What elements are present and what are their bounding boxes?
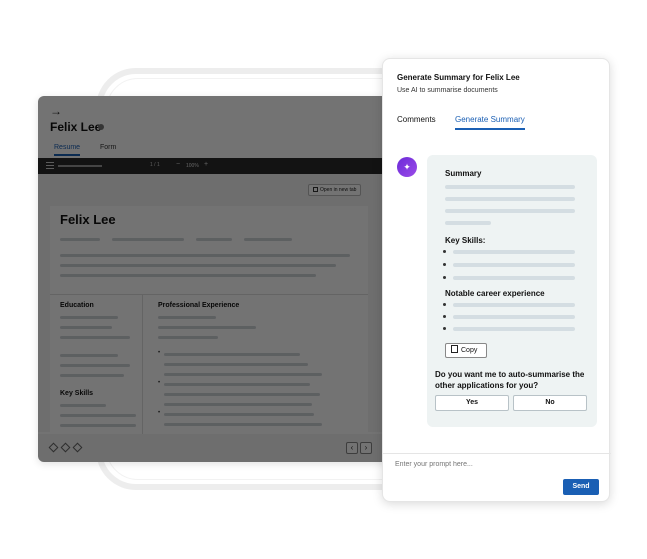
- placeholder-line: [453, 327, 575, 331]
- placeholder-line: [164, 403, 312, 406]
- tab-resume[interactable]: Resume: [54, 144, 81, 156]
- prompt-input[interactable]: [395, 461, 535, 468]
- tab-form[interactable]: Form: [100, 144, 116, 151]
- placeholder-line: [164, 393, 320, 396]
- placeholder-line: [164, 413, 314, 416]
- placeholder-line: [453, 315, 575, 319]
- bullet: •: [158, 410, 161, 416]
- key-skills-heading: Key Skills: [60, 390, 94, 397]
- placeholder-line: [445, 197, 575, 201]
- key-skills-heading: Key Skills:: [445, 236, 486, 245]
- page-indicator: 1 / 1: [150, 162, 160, 168]
- zoom-out-button[interactable]: −: [176, 161, 180, 168]
- tab-comments[interactable]: Comments: [397, 115, 436, 124]
- candidate-name: Felix Lee: [50, 120, 102, 134]
- placeholder-line: [60, 254, 350, 257]
- send-button[interactable]: Send: [563, 479, 599, 495]
- divider: [383, 453, 611, 454]
- bullet: [443, 327, 446, 330]
- zoom-in-button[interactable]: +: [204, 161, 208, 168]
- viewer-footer: ‹ ›: [38, 434, 388, 462]
- generate-summary-panel: Generate Summary for Felix Lee Use AI to…: [382, 58, 611, 502]
- career-heading: Notable career experience: [445, 289, 545, 298]
- no-button[interactable]: No: [513, 395, 587, 411]
- copy-icon: [451, 345, 458, 353]
- open-in-new-tab-button[interactable]: Open in new tab: [308, 184, 362, 196]
- bullet: •: [158, 350, 161, 356]
- placeholder-line: [112, 238, 184, 241]
- bullet: [443, 303, 446, 306]
- bullet: [443, 250, 446, 253]
- placeholder-line: [158, 316, 216, 319]
- placeholder-line: [445, 221, 491, 225]
- placeholder-line: [164, 363, 308, 366]
- arrow-right-icon[interactable]: →: [50, 104, 62, 118]
- external-link-icon: [313, 187, 318, 192]
- experience-heading: Professional Experience: [158, 302, 240, 309]
- menu-icon[interactable]: [46, 162, 54, 170]
- copy-label: Copy: [461, 347, 478, 354]
- placeholder-line: [60, 274, 316, 277]
- tab-generate-summary[interactable]: Generate Summary: [455, 115, 525, 130]
- status-dot-icon: [98, 124, 104, 130]
- summary-heading: Summary: [445, 169, 482, 178]
- placeholder-line: [196, 238, 232, 241]
- auto-summarise-question: Do you want me to auto-summarise the oth…: [435, 370, 585, 390]
- placeholder-line: [60, 326, 112, 329]
- zoom-value: 100%: [186, 163, 199, 169]
- previous-page-button[interactable]: ‹: [346, 442, 358, 454]
- placeholder-line: [164, 383, 310, 386]
- placeholder-line: [60, 414, 136, 417]
- placeholder-line: [164, 373, 322, 376]
- resume-page: Felix Lee Education Key Skills Professio…: [50, 206, 368, 436]
- placeholder-line: [60, 336, 130, 339]
- diamond-icon[interactable]: [72, 442, 83, 453]
- placeholder-line: [445, 185, 575, 189]
- placeholder-line: [453, 303, 575, 307]
- placeholder-line: [164, 353, 300, 356]
- pdf-viewer-toolbar: 1 / 1 − 100% +: [38, 158, 388, 174]
- placeholder-line: [445, 209, 575, 213]
- bullet: [443, 315, 446, 318]
- diamond-icon[interactable]: [60, 442, 71, 453]
- panel-subtitle: Use AI to summarise documents: [397, 87, 498, 94]
- divider: [50, 294, 368, 295]
- bullet: [443, 263, 446, 266]
- placeholder-line: [164, 423, 322, 426]
- sparkle-icon: ✦: [397, 157, 417, 177]
- placeholder-line: [60, 264, 336, 267]
- bullet: •: [158, 380, 161, 386]
- bullet: [443, 276, 446, 279]
- placeholder-line: [453, 276, 575, 280]
- next-page-button[interactable]: ›: [360, 442, 372, 454]
- placeholder-line: [60, 404, 106, 407]
- placeholder-line: [60, 364, 130, 367]
- ai-summary-message: Summary Key Skills: Notable career exper…: [427, 155, 597, 427]
- yes-button[interactable]: Yes: [435, 395, 509, 411]
- placeholder-line: [453, 250, 575, 254]
- placeholder-line: [158, 326, 256, 329]
- placeholder-line: [60, 424, 136, 427]
- candidate-app-window: → Felix Lee Resume Form 1 / 1 − 100% + O…: [38, 96, 388, 462]
- resume-name: Felix Lee: [60, 212, 116, 227]
- panel-title: Generate Summary for Felix Lee: [397, 73, 520, 82]
- open-in-new-tab-label: Open in new tab: [320, 187, 357, 193]
- placeholder-line: [60, 354, 118, 357]
- placeholder-line: [60, 238, 100, 241]
- education-heading: Education: [60, 302, 94, 309]
- placeholder-line: [158, 336, 218, 339]
- placeholder-line: [244, 238, 292, 241]
- placeholder-line: [60, 374, 124, 377]
- placeholder-line: [60, 316, 118, 319]
- divider: [142, 294, 143, 436]
- diamond-icon[interactable]: [48, 442, 59, 453]
- placeholder-line: [453, 263, 575, 267]
- document-title-placeholder: [58, 165, 102, 167]
- copy-button[interactable]: Copy: [445, 343, 487, 358]
